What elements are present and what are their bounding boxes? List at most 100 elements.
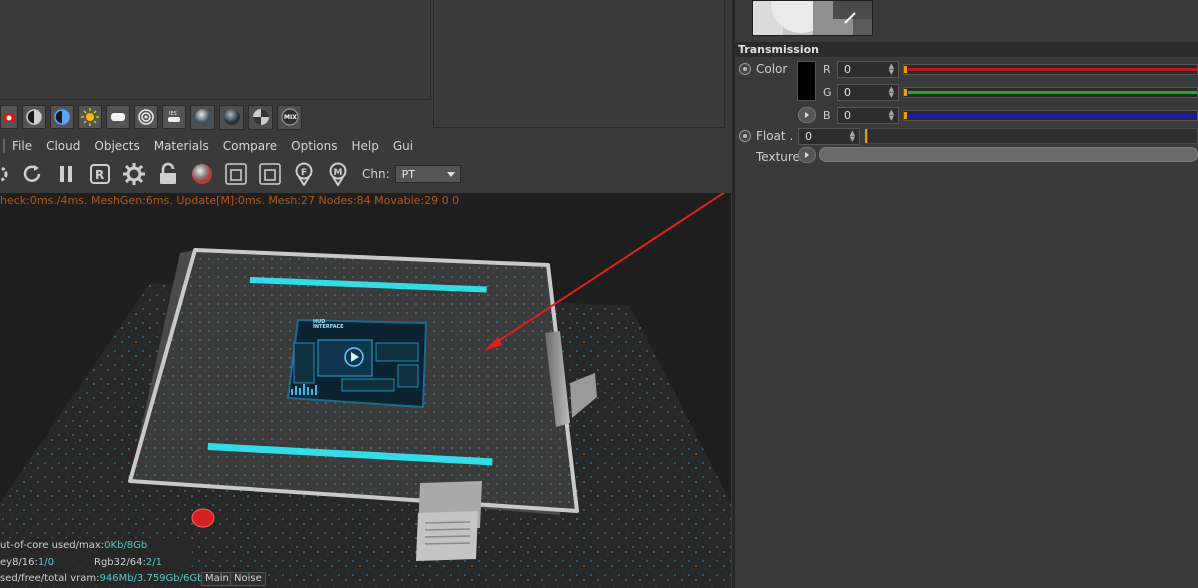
stats-rgb-value: 2/1: [145, 557, 162, 568]
top-left-panel: [0, 0, 431, 100]
g-value: 0: [844, 86, 851, 99]
mix-material-icon[interactable]: MIX: [277, 104, 302, 130]
stats-grey-value: 1/0: [37, 557, 54, 568]
svg-text:IES: IES: [169, 111, 177, 117]
channel-select-value: PT: [401, 167, 415, 181]
r-slider[interactable]: [903, 64, 1198, 75]
b-slider[interactable]: [903, 110, 1198, 121]
menu-cloud[interactable]: Cloud: [46, 139, 80, 153]
hud-screen-badge: HUD INTERFACE: [313, 320, 344, 330]
settings-gear-icon[interactable]: [0, 162, 10, 186]
menu-options[interactable]: Options: [291, 139, 337, 153]
checker-sphere-icon[interactable]: [248, 104, 273, 130]
ies-light-icon[interactable]: IES: [162, 105, 186, 129]
g-value-field[interactable]: 0 ▲ ▼: [837, 84, 899, 101]
menubar: File Cloud Objects Materials Compare Opt…: [0, 136, 731, 156]
color-expand-button[interactable]: [798, 107, 816, 123]
frame-icon[interactable]: [224, 162, 248, 186]
stats-vram-label: sed/free/total vram:: [0, 573, 100, 584]
svg-text:MIX: MIX: [284, 114, 297, 121]
b-spinner-icon[interactable]: ▲ ▼: [889, 109, 894, 122]
float-radio[interactable]: [739, 130, 751, 142]
float-value-field[interactable]: 0 ▲ ▼: [798, 128, 860, 145]
color-radio[interactable]: [739, 63, 751, 75]
stats-rgb-label: Rgb32/64:: [94, 557, 146, 568]
stats-vram: sed/free/total vram: 946Mb/3.759Gb/6Gb: [0, 571, 203, 586]
stats-textures: ey8/16: 1/0 Rgb32/64: 2/1: [0, 555, 192, 570]
channel-select[interactable]: PT: [394, 165, 461, 183]
attribute-panel: Transmission Color R 0 ▲ ▼ G 0 ▲ ▼ B 0 ▲ ▼: [735, 0, 1198, 588]
stats-grey-label: ey8/16:: [0, 557, 38, 568]
menu-gui[interactable]: Gui: [393, 139, 413, 153]
g-slider-track: [908, 91, 1197, 94]
stats-vram-value: 946Mb/3.759Gb/6Gb: [99, 573, 204, 584]
texture-slot[interactable]: [819, 147, 1198, 162]
render-viewport[interactable]: heck:0ms./4ms. MeshGen:6ms. Update[M]:0m…: [0, 193, 731, 588]
material-pin-icon[interactable]: M: [326, 162, 350, 186]
stats-outofcore-value: 0Kb/8Gb: [104, 540, 148, 551]
float-slider[interactable]: [867, 128, 1198, 144]
refresh-icon[interactable]: [20, 162, 44, 186]
material-preview-sphere-icon[interactable]: [190, 162, 214, 186]
material-preview-thumbnail: [752, 0, 873, 36]
tab-noise[interactable]: Noise: [230, 572, 266, 586]
gear-icon[interactable]: [122, 162, 146, 186]
lock-icon[interactable]: [156, 162, 180, 186]
color-swatch[interactable]: [797, 61, 816, 101]
hud-badge-line2: INTERFACE: [313, 324, 344, 330]
stats-outofcore: ut-of-core used/max: 0Kb/8Gb: [0, 538, 192, 553]
menu-help[interactable]: Help: [351, 139, 378, 153]
glossy-sphere-icon[interactable]: [219, 104, 244, 130]
b-slider-track: [908, 114, 1197, 117]
svg-text:M: M: [334, 168, 343, 178]
float-value: 0: [805, 130, 812, 143]
chevron-down-icon: [446, 172, 455, 177]
blue-half-sphere-icon[interactable]: [50, 105, 74, 129]
b-value-field[interactable]: 0 ▲ ▼: [837, 107, 899, 124]
r-channel-label: R: [823, 63, 831, 76]
channel-label: Chn:: [362, 167, 390, 181]
svg-text:R: R: [95, 168, 104, 182]
b-slider-handle[interactable]: [904, 112, 907, 119]
diffuse-sphere-icon[interactable]: [190, 104, 215, 130]
texture-label: Texture: [756, 150, 800, 164]
menu-file[interactable]: File: [12, 139, 32, 153]
r-slider-track: [908, 68, 1197, 71]
target-light-icon[interactable]: [134, 105, 158, 129]
render-status-line: heck:0ms./4ms. MeshGen:6ms. Update[M]:0m…: [0, 194, 460, 207]
top-middle-panel: [433, 0, 725, 128]
menu-objects[interactable]: Objects: [94, 139, 139, 153]
g-slider-handle[interactable]: [904, 89, 907, 96]
focus-pin-icon[interactable]: F: [292, 162, 316, 186]
section-transmission-header[interactable]: Transmission: [735, 42, 1198, 57]
r-spinner-icon[interactable]: ▲ ▼: [889, 63, 894, 76]
float-label: Float . .: [756, 129, 801, 143]
camera-icon[interactable]: [0, 105, 18, 129]
material-preset-strip: IES MIX: [0, 103, 302, 131]
svg-text:F: F: [301, 168, 307, 178]
pause-icon[interactable]: [54, 162, 78, 186]
frame-selection-icon[interactable]: [258, 162, 282, 186]
sun-light-icon[interactable]: [78, 105, 102, 129]
render-toolbar: R F M Chn: PT: [0, 157, 731, 191]
b-channel-label: B: [823, 109, 831, 122]
r-slider-handle[interactable]: [904, 66, 907, 73]
g-spinner-icon[interactable]: ▲ ▼: [889, 86, 894, 99]
menu-materials[interactable]: Materials: [154, 139, 209, 153]
color-label: Color: [756, 62, 788, 76]
render-image: [0, 193, 731, 588]
menubar-grip: [3, 139, 5, 153]
half-sphere-icon[interactable]: [22, 105, 46, 129]
texture-expand-button[interactable]: [798, 147, 816, 163]
b-value: 0: [844, 109, 851, 122]
stats-outofcore-label: ut-of-core used/max:: [0, 540, 105, 551]
tab-main[interactable]: Main: [201, 572, 233, 586]
float-spinner-icon[interactable]: ▲ ▼: [850, 130, 855, 143]
app-window: IES MIX File Cloud Objects Materials Com…: [0, 0, 1198, 588]
g-slider[interactable]: [903, 87, 1198, 98]
menu-compare[interactable]: Compare: [223, 139, 277, 153]
r-value-field[interactable]: 0 ▲ ▼: [837, 61, 899, 78]
area-light-icon[interactable]: [106, 105, 130, 129]
region-render-icon[interactable]: R: [88, 162, 112, 186]
r-value: 0: [844, 63, 851, 76]
